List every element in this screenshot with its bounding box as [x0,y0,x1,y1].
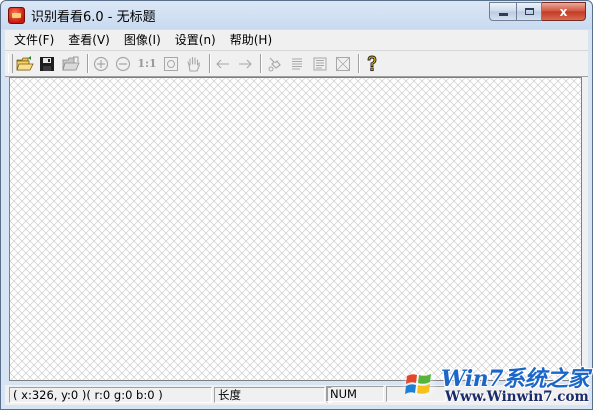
zoom-in-button[interactable] [91,54,111,73]
caption-buttons: x [489,2,586,21]
text-left-icon [292,58,302,69]
minimize-icon [498,13,508,16]
arrow-left-icon [216,59,229,68]
app-window: 识别看看6.0 - 无标题 x 文件(F) 查看(V) 图像(I) 设置(n) … [0,0,593,410]
title-bar[interactable]: 识别看看6.0 - 无标题 x [1,1,592,29]
zoom-in-icon [93,56,109,71]
batch-open-button[interactable] [61,54,81,73]
hand-pan-icon [187,56,201,72]
next-button[interactable] [235,54,255,73]
select-region-icon [336,56,350,71]
canvas-margin [582,77,588,381]
hand-pan-button[interactable] [184,54,204,73]
crop-button[interactable] [265,54,285,73]
status-length: 长度 [214,387,325,403]
previous-button[interactable] [213,54,233,73]
watermark-url: Www.Winwin7.com [445,389,589,405]
close-button[interactable]: x [542,2,586,21]
actual-size-icon: 1:1 [137,57,157,70]
help-button[interactable] [362,54,382,73]
fit-window-icon [164,56,178,71]
toolbar: 1:1 [5,51,588,77]
recognize-columns-button[interactable] [310,54,330,73]
status-num: NUM [326,386,384,402]
menu-view[interactable]: 查看(V) [61,30,117,50]
toolbar-grip[interactable] [8,54,13,73]
maximize-icon [524,8,534,15]
fit-window-button[interactable] [161,54,181,73]
menu-file[interactable]: 文件(F) [5,30,61,50]
watermark: Win7系统之家 Www.Winwin7.com [395,360,593,410]
maximize-button[interactable] [516,2,542,21]
open-folder-icon [16,55,34,70]
close-icon: x [559,4,568,19]
window-title: 识别看看6.0 - 无标题 [31,10,156,25]
open-button[interactable] [15,54,35,73]
windows-logo-icon [400,365,438,403]
folder-scan-icon [62,56,80,70]
recognize-text-button[interactable] [287,54,307,73]
actual-size-button[interactable]: 1:1 [136,54,158,73]
toolbar-separator [358,54,360,73]
menu-settings[interactable]: 设置(n) [168,30,223,50]
status-coords: ( x:326, y:0 )( r:0 g:0 b:0 ) [9,387,212,403]
menu-bar: 文件(F) 查看(V) 图像(I) 设置(n) 帮助(H) [5,30,588,51]
save-disk-icon [40,56,54,71]
text-columns-icon [313,57,327,70]
arrow-right-icon [239,59,252,68]
select-region-button[interactable] [333,54,353,73]
crop-icon [268,57,281,71]
zoom-out-icon [115,56,131,71]
toolbar-separator [209,54,211,73]
image-canvas[interactable] [9,77,582,381]
minimize-button[interactable] [489,2,516,21]
menu-help[interactable]: 帮助(H) [223,30,279,50]
toolbar-separator [87,54,89,73]
help-icon [367,55,377,71]
toolbar-separator [260,54,262,73]
save-button[interactable] [37,54,57,73]
app-icon[interactable] [8,7,25,24]
menu-image[interactable]: 图像(I) [117,30,168,50]
zoom-out-button[interactable] [113,54,133,73]
